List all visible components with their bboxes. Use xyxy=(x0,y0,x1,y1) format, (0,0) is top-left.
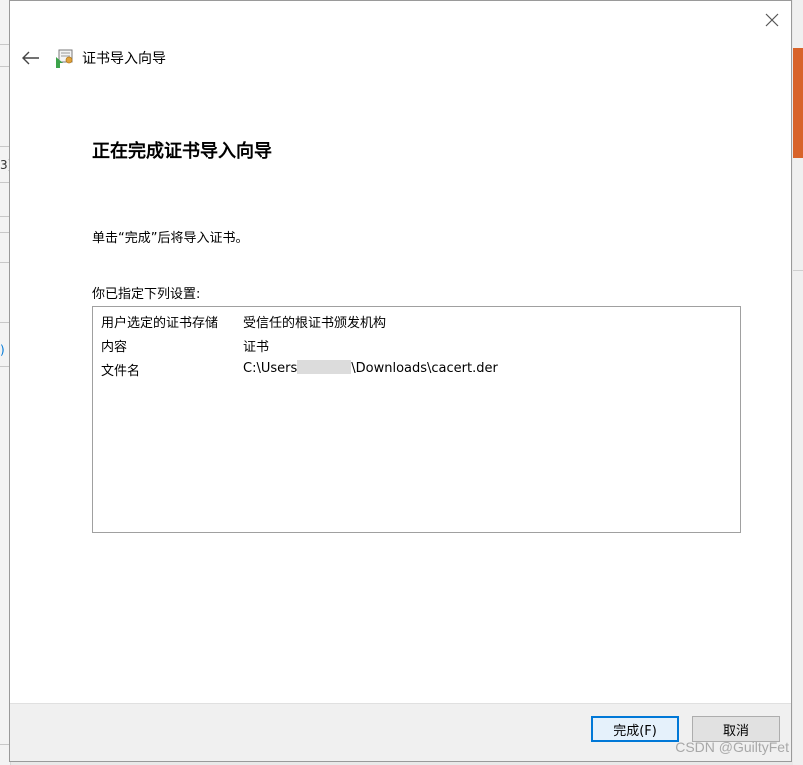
wizard-title: 证书导入向导 xyxy=(82,51,166,67)
back-arrow-icon xyxy=(22,51,39,65)
settings-label: 你已指定下列设置: xyxy=(92,287,201,302)
close-icon xyxy=(765,13,779,27)
file-path-suffix: \Downloads\cacert.der xyxy=(351,361,498,376)
settings-key: 用户选定的证书存储 xyxy=(101,316,219,331)
redacted-username xyxy=(297,360,352,374)
instruction-text: 单击“完成”后将导入证书。 xyxy=(92,231,249,246)
certificate-import-wizard-dialog: 证书导入向导 正在完成证书导入向导 单击“完成”后将导入证书。 你已指定下列设置… xyxy=(9,0,792,762)
finish-button[interactable]: 完成(F) xyxy=(591,716,679,742)
background-divider xyxy=(793,270,803,271)
watermark: CSDN @GuiltyFet xyxy=(675,739,789,755)
settings-list[interactable]: 用户选定的证书存储 受信任的根证书颁发机构 内容 证书 文件名 C:\Users… xyxy=(92,306,741,533)
settings-value: C:\Users \Downloads\cacert.der xyxy=(243,360,498,376)
dialog-footer: 完成(F) 取消 xyxy=(10,703,791,761)
file-path-prefix: C:\Users xyxy=(243,361,298,376)
settings-key: 文件名 xyxy=(101,364,141,379)
certificate-wizard-icon xyxy=(56,49,73,68)
background-accent-bar xyxy=(793,48,803,158)
page-title: 正在完成证书导入向导 xyxy=(92,141,272,162)
close-button[interactable] xyxy=(761,9,783,31)
settings-value: 证书 xyxy=(243,340,270,355)
settings-key: 内容 xyxy=(101,340,128,355)
back-button[interactable] xyxy=(20,47,42,69)
settings-value: 受信任的根证书颁发机构 xyxy=(243,316,387,331)
wizard-header: 证书导入向导 xyxy=(10,39,791,79)
background-text: ) xyxy=(0,343,5,357)
background-window-right xyxy=(793,0,803,765)
